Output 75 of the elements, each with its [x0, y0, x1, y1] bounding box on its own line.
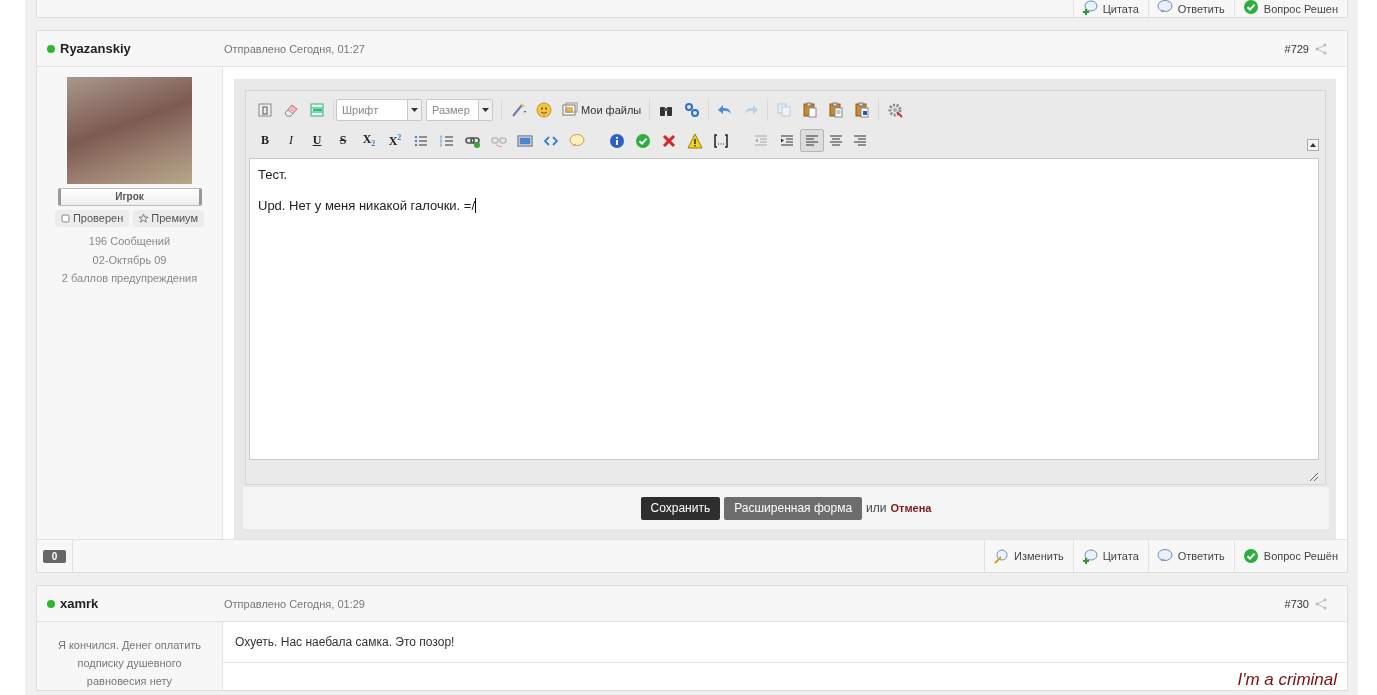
speech-bubble-icon[interactable] [569, 132, 585, 149]
share-icon[interactable] [1315, 42, 1327, 55]
or-text: или [866, 501, 887, 515]
member-stat: 2 баллов предупреждения [61, 271, 198, 286]
brackets-icon[interactable] [713, 132, 729, 149]
member-badge: Проверен [54, 210, 130, 227]
star-icon [138, 212, 150, 224]
caret-icon [411, 107, 418, 112]
post-action-button[interactable]: Вопрос Решен [1233, 0, 1347, 17]
magnifier-pencil-icon [993, 548, 1010, 564]
gear-icon[interactable] [887, 101, 904, 118]
clipboard-text-icon[interactable] [828, 101, 845, 118]
align-button[interactable] [800, 129, 824, 152]
post-action-button[interactable]: Ответить [1147, 0, 1234, 17]
clipboard-icon[interactable] [802, 101, 819, 118]
post-action-button[interactable]: Вопрос Решён [1233, 540, 1347, 572]
cancel-link[interactable]: Отмена [890, 502, 932, 514]
editor-text: Тест. [258, 167, 289, 182]
signature-text: I'm a criminal [1236, 669, 1339, 690]
speech-bubble-plus-icon [1081, 0, 1098, 15]
author-name[interactable]: Ryazanskiy [60, 41, 131, 56]
clipboard-word-icon[interactable] [854, 101, 871, 118]
post-number[interactable]: #730 [1284, 597, 1309, 610]
document-icon[interactable] [257, 101, 273, 118]
format-button[interactable]: I [283, 133, 299, 148]
save-button[interactable]: Сохранить [640, 496, 721, 520]
checkbox-icon [59, 212, 71, 224]
format-button[interactable]: X$^{2}$ [387, 132, 403, 149]
image-icon[interactable] [517, 132, 533, 149]
full-form-button[interactable]: Расширенная форма [724, 496, 863, 520]
format-button[interactable]: S [335, 133, 351, 148]
collapse-toolbar-button[interactable] [1307, 138, 1319, 151]
format-button[interactable]: B [257, 133, 273, 148]
resize-grip-icon[interactable] [1307, 470, 1319, 482]
check-icon [1242, 548, 1259, 564]
format-button[interactable]: U [309, 133, 325, 148]
speech-bubble-plus-icon [1081, 548, 1098, 564]
post-number[interactable]: #729 [1284, 42, 1309, 55]
font-dropdown[interactable]: Шрифт [336, 98, 422, 121]
post-action-button[interactable]: Цитата [1072, 540, 1148, 572]
check-icon[interactable] [635, 132, 651, 149]
member-stat: 196 Сообщений [88, 234, 171, 249]
align-center-icon [828, 132, 844, 149]
cross-icon[interactable] [661, 132, 677, 149]
editor-text: Upd. Нет у меня никакой галочки. =/ [258, 198, 478, 213]
triangle-icon [1310, 142, 1316, 147]
align-right-icon [852, 132, 868, 149]
info-icon[interactable] [609, 132, 625, 149]
speech-bubble-icon [1156, 0, 1173, 15]
post-message: Охуеть. Нас наебала самка. Это позор! [223, 622, 1347, 663]
rank-label: Игрок [57, 188, 202, 206]
reputation-badge: 0 [42, 549, 67, 563]
speech-bubble-icon [1156, 548, 1173, 564]
smiley-icon[interactable] [536, 101, 552, 118]
size-dropdown[interactable]: Размер [426, 98, 493, 121]
post-action-button[interactable]: Цитата [1072, 0, 1148, 17]
author-name[interactable]: xamrk [60, 596, 99, 611]
format-button[interactable]: X$_{2}$ [361, 132, 377, 149]
my-files-button[interactable]: Мои файлы [562, 101, 642, 118]
post-date: Отправлено Сегодня, 01:29 [224, 597, 366, 610]
indent-icon[interactable] [779, 132, 795, 149]
align-left-icon [804, 132, 820, 149]
message-input[interactable]: Тест. Upd. Нет у меня никакой галочки. =/ [249, 158, 1319, 460]
post-action-button[interactable]: Ответить [1147, 540, 1234, 572]
table-icon[interactable] [309, 101, 325, 118]
member-stat: 02-Октябрь 09 [92, 252, 167, 268]
caret-icon [482, 107, 489, 112]
wand-icon[interactable] [510, 101, 526, 118]
warning-icon[interactable] [687, 132, 703, 149]
member-badge: Премиум [133, 210, 205, 227]
share-icon[interactable] [1315, 597, 1327, 610]
pictures-icon [562, 101, 578, 118]
post-date: Отправлено Сегодня, 01:27 [224, 42, 366, 55]
member-status-text: Я кончился. Денег оплатить подписку душевного равновесия нету [56, 638, 203, 689]
post-action-button[interactable]: Изменить [984, 540, 1073, 572]
